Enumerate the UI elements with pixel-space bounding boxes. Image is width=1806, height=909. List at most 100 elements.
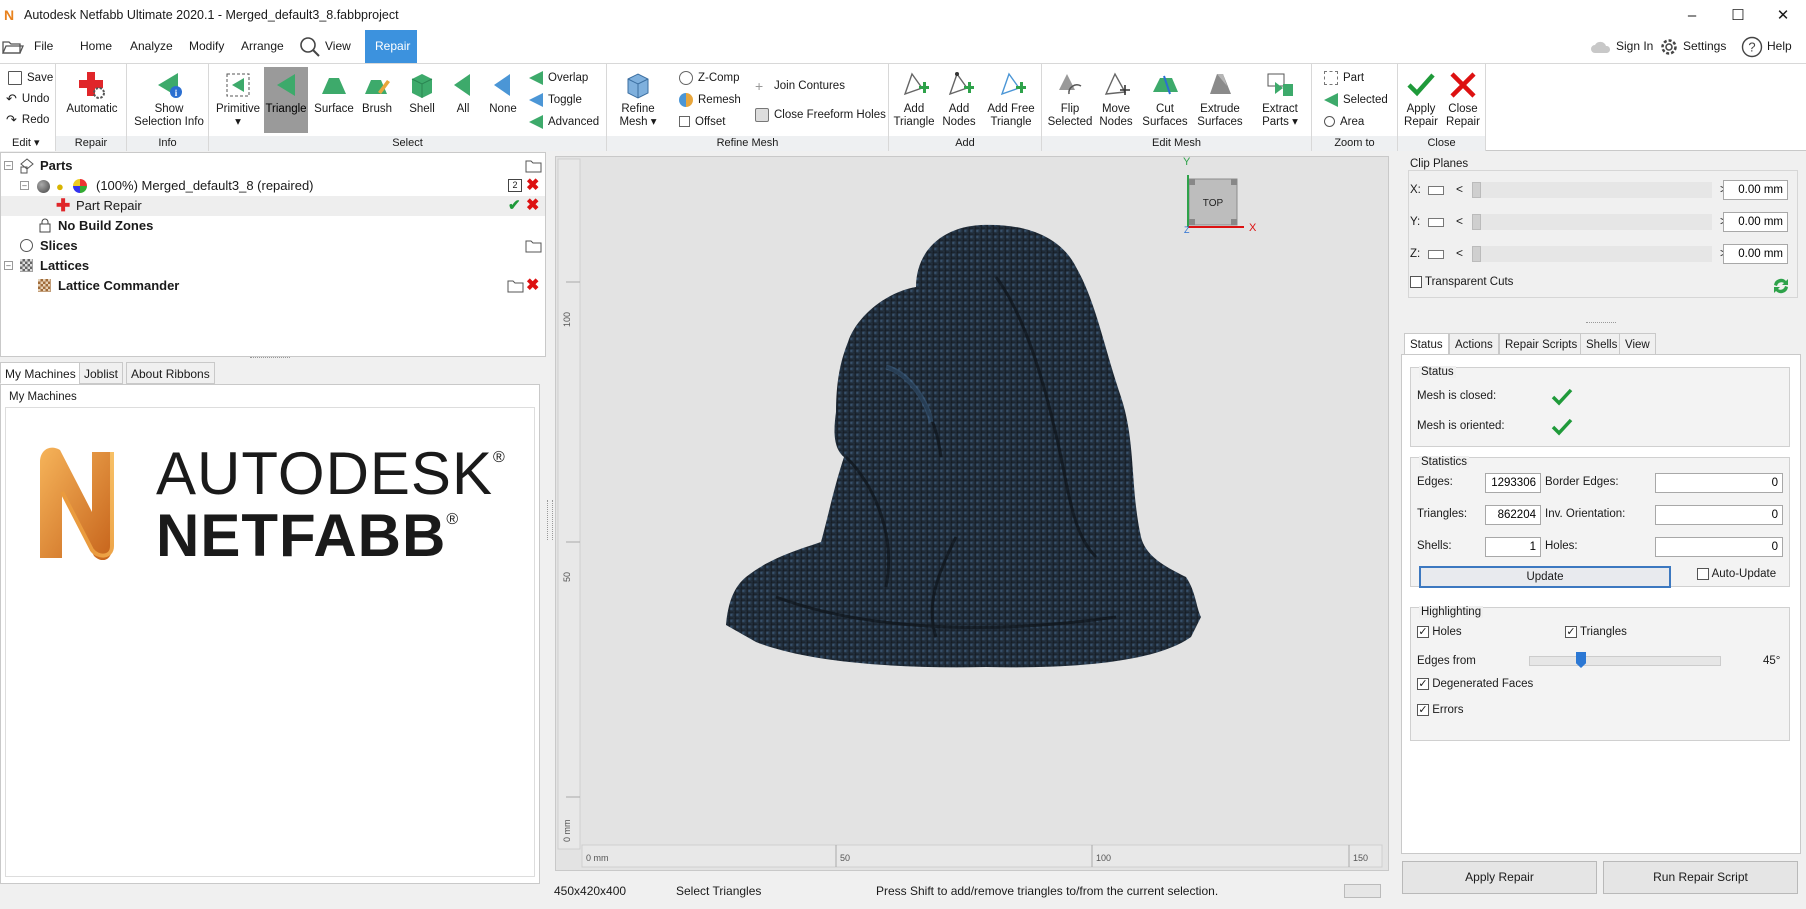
- close-repair-button[interactable]: Close Repair: [1442, 70, 1484, 129]
- tab-status[interactable]: Status: [1404, 333, 1449, 355]
- tab-view[interactable]: View: [1619, 333, 1656, 355]
- transparent-cuts-checkbox[interactable]: Transparent Cuts: [1410, 276, 1513, 288]
- right-splitter[interactable]: [1586, 322, 1616, 325]
- clip-z-decrease[interactable]: <: [1456, 246, 1463, 260]
- extract-parts-button[interactable]: Extract Parts ▾: [1252, 70, 1308, 129]
- tab-joblist[interactable]: Joblist: [79, 362, 124, 384]
- refine-mesh-button[interactable]: Refine Mesh ▾: [613, 70, 663, 129]
- clip-y-value[interactable]: [1723, 212, 1788, 232]
- primitive-button[interactable]: Primitive ▾: [211, 70, 265, 129]
- holes-checkbox[interactable]: ✓ Holes: [1417, 626, 1462, 638]
- triangles-check-box[interactable]: ✓: [1565, 626, 1577, 638]
- undo-button[interactable]: ↶ Undo: [6, 89, 49, 109]
- open-folder-icon[interactable]: [525, 159, 543, 173]
- menu-arrange[interactable]: Arrange: [231, 30, 294, 63]
- apply-repair-ribbon-button[interactable]: Apply Repair: [1400, 70, 1442, 129]
- triangles-checkbox[interactable]: ✓ Triangles: [1565, 626, 1627, 638]
- tree-row-parts[interactable]: – Parts: [1, 156, 545, 176]
- tree-row-lattice-commander[interactable]: Lattice Commander ✖: [1, 276, 545, 296]
- tab-shells[interactable]: Shells: [1580, 333, 1624, 355]
- automatic-repair-button[interactable]: Automatic: [66, 70, 118, 116]
- clip-z-value[interactable]: [1723, 244, 1788, 264]
- menu-repair[interactable]: Repair: [365, 30, 417, 63]
- help-button[interactable]: ? Help: [1731, 30, 1802, 63]
- extrude-surfaces-button[interactable]: Extrude Surfaces: [1192, 70, 1248, 129]
- apply-check-icon[interactable]: ✔: [508, 196, 521, 216]
- advanced-button[interactable]: Advanced: [529, 112, 599, 132]
- zoom-part-button[interactable]: Part: [1324, 68, 1364, 88]
- transparent-cuts-box[interactable]: [1410, 276, 1422, 288]
- edges-value[interactable]: [1485, 473, 1541, 493]
- tab-about-ribbons[interactable]: About Ribbons: [126, 362, 215, 384]
- errors-checkbox[interactable]: ✓ Errors: [1417, 704, 1464, 716]
- shells-value[interactable]: [1485, 537, 1541, 557]
- mesh-model[interactable]: [726, 224, 1201, 668]
- move-nodes-button[interactable]: Move Nodes: [1094, 70, 1138, 129]
- menu-view[interactable]: View: [291, 30, 361, 63]
- join-contures-button[interactable]: + Join Contures: [755, 76, 845, 96]
- close-window-button[interactable]: ✕: [1760, 0, 1806, 30]
- zoom-area-button[interactable]: Area: [1324, 112, 1364, 132]
- remove-part-icon[interactable]: ✖: [526, 176, 539, 196]
- discard-x-icon[interactable]: ✖: [526, 196, 539, 216]
- tab-repair-scripts[interactable]: Repair Scripts: [1499, 333, 1584, 355]
- maximize-button[interactable]: ☐: [1715, 0, 1761, 30]
- open-folder-icon[interactable]: [507, 279, 525, 293]
- open-folder-icon[interactable]: [525, 239, 543, 253]
- remove-lattice-icon[interactable]: ✖: [526, 276, 539, 296]
- triangles-value[interactable]: [1485, 505, 1541, 525]
- auto-update-checkbox[interactable]: Auto-Update: [1697, 568, 1776, 580]
- collapse-toggle-icon[interactable]: –: [20, 181, 29, 190]
- edges-from-handle[interactable]: [1576, 652, 1586, 668]
- apply-repair-button[interactable]: Apply Repair: [1402, 861, 1597, 894]
- tab-actions[interactable]: Actions: [1449, 333, 1499, 355]
- tree-row-slices[interactable]: Slices: [1, 236, 545, 256]
- close-freeform-holes-button[interactable]: Close Freeform Holes: [755, 105, 886, 125]
- collapse-toggle-icon[interactable]: –: [4, 161, 13, 170]
- toggle-button[interactable]: Toggle: [529, 90, 582, 110]
- select-all-button[interactable]: All: [446, 70, 480, 116]
- flip-selected-button[interactable]: Flip Selected: [1046, 70, 1094, 129]
- clip-z-handle[interactable]: [1472, 246, 1481, 262]
- clip-y-handle[interactable]: [1472, 214, 1481, 230]
- tree-row-lattices[interactable]: – Lattices: [1, 256, 545, 276]
- run-repair-script-button[interactable]: Run Repair Script: [1603, 861, 1798, 894]
- clip-z-slider[interactable]: [1472, 246, 1712, 262]
- add-free-triangle-button[interactable]: Add Free Triangle: [983, 70, 1039, 129]
- menu-analyze[interactable]: Analyze: [120, 30, 183, 63]
- overlap-button[interactable]: Overlap: [529, 68, 588, 88]
- show-selection-info-button[interactable]: i Show Selection Info: [133, 70, 205, 129]
- clip-y-decrease[interactable]: <: [1456, 214, 1463, 228]
- minimize-button[interactable]: –: [1669, 0, 1715, 30]
- clip-x-value[interactable]: [1723, 180, 1788, 200]
- surface-select-button[interactable]: Surface: [312, 70, 356, 116]
- offset-button[interactable]: Offset: [679, 112, 725, 132]
- tree-row-part-repair[interactable]: ✚ Part Repair ✔ ✖: [1, 196, 545, 216]
- add-nodes-button[interactable]: Add Nodes: [937, 70, 981, 129]
- clip-y-toggle[interactable]: [1428, 218, 1444, 227]
- settings-button[interactable]: Settings: [1649, 30, 1736, 63]
- clip-x-handle[interactable]: [1472, 182, 1481, 198]
- menu-modify[interactable]: Modify: [179, 30, 234, 63]
- view-cube[interactable]: TOP: [1187, 175, 1244, 228]
- holes-value[interactable]: [1655, 537, 1783, 557]
- clip-y-slider[interactable]: [1472, 214, 1712, 230]
- clip-x-decrease[interactable]: <: [1456, 182, 1463, 196]
- viewport-canvas[interactable]: 100 50 0 mm 0 mm 50 100 150 TOP Y X Z: [556, 156, 1390, 872]
- menu-home[interactable]: Home: [70, 30, 122, 63]
- collapse-toggle-icon[interactable]: –: [4, 261, 13, 270]
- degenerated-faces-checkbox[interactable]: ✓ Degenerated Faces: [1417, 678, 1533, 690]
- z-comp-button[interactable]: Z-Comp: [679, 68, 740, 88]
- brush-select-button[interactable]: Brush: [357, 70, 397, 116]
- save-button[interactable]: Save: [8, 68, 53, 88]
- menu-file[interactable]: File: [0, 30, 63, 63]
- tree-row-merged-part[interactable]: – ● (100%) Merged_default3_8 (repaired) …: [1, 176, 545, 196]
- 3d-viewport[interactable]: 100 50 0 mm 0 mm 50 100 150 TOP Y X Z: [555, 156, 1389, 871]
- add-triangle-button[interactable]: Add Triangle: [891, 70, 937, 129]
- tree-row-no-build-zones[interactable]: No Build Zones: [1, 216, 545, 236]
- auto-update-box[interactable]: [1697, 568, 1709, 580]
- clip-x-slider[interactable]: [1472, 182, 1712, 198]
- inv-orientation-value[interactable]: [1655, 505, 1783, 525]
- triangle-select-button[interactable]: Triangle: [264, 67, 308, 133]
- clip-x-toggle[interactable]: [1428, 186, 1444, 195]
